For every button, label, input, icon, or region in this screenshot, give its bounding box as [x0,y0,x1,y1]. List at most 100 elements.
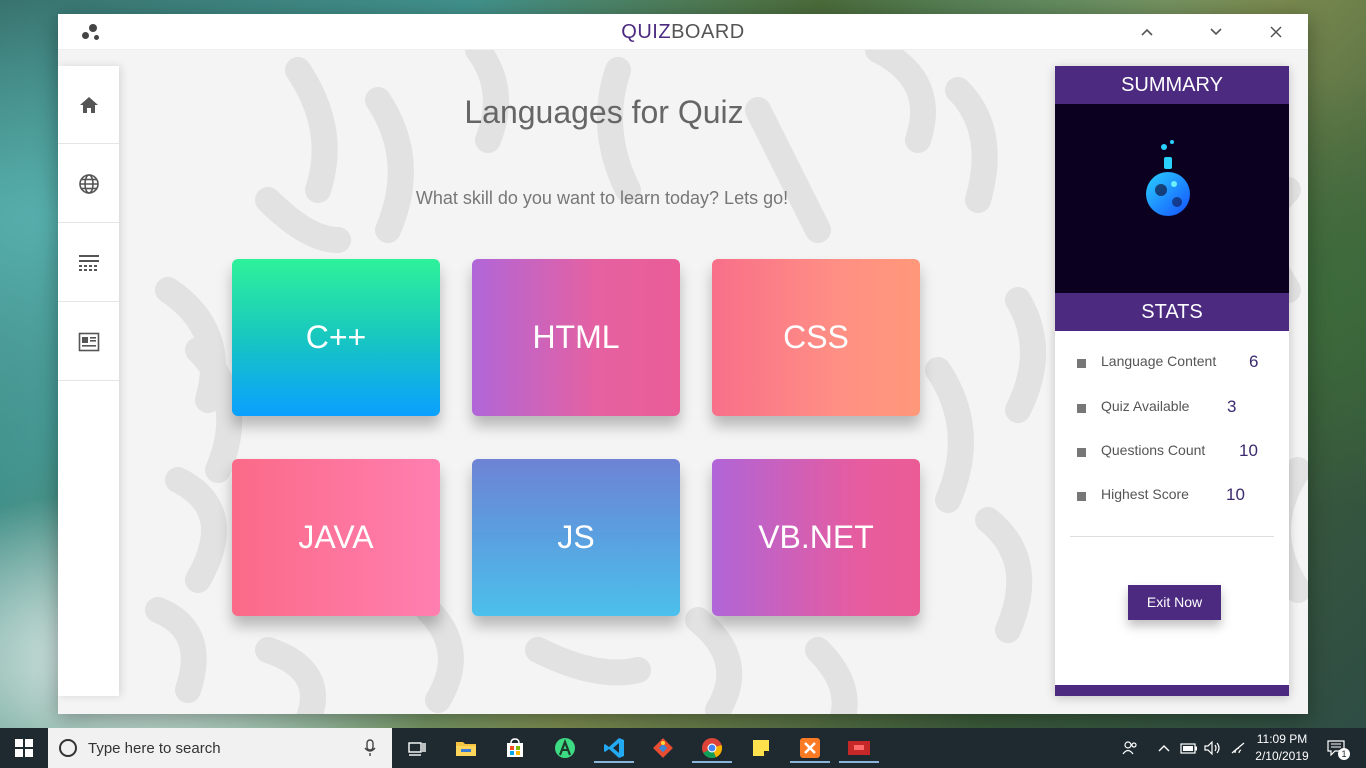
tray-battery[interactable] [1178,728,1200,768]
cortana-icon [59,739,77,757]
app-window-icon [848,741,870,755]
language-card-html[interactable]: HTML [472,259,680,416]
start-button[interactable] [0,728,48,768]
page-title: Languages for Quiz [464,94,744,130]
app-title-accent: QUIZ [621,21,672,43]
flask-icon [1146,140,1190,216]
stat-label: Questions Count [1101,442,1206,458]
action-center-button[interactable]: 1 [1322,728,1350,768]
clock-time: 11:09 PM [1256,732,1308,746]
taskbar-vscode[interactable] [594,733,634,763]
app-title-rest: BOARD [671,21,745,43]
collapse-button[interactable] [1135,20,1159,44]
taskbar-android-studio[interactable] [550,733,580,763]
sticky-notes-icon [753,740,769,756]
search-placeholder: Type here to search [88,740,221,757]
sidebar [58,66,119,696]
stat-label: Highest Score [1101,486,1189,502]
taskbar-quizboard[interactable] [839,733,879,763]
active-indicator [790,761,830,763]
active-indicator [594,761,634,763]
chrome-icon [702,738,723,759]
summary-illustration [1055,104,1289,294]
folder-icon [456,742,476,756]
stat-row: Language Content 6 [1055,351,1289,375]
sidebar-item-results[interactable] [58,303,119,381]
store-icon [507,738,523,757]
taskbar-chrome[interactable] [692,733,732,763]
language-card-label: HTML [532,319,620,355]
language-card-java[interactable]: JAVA [232,459,440,616]
sidebar-item-languages[interactable] [58,145,119,223]
summary-footer-bar [1055,685,1289,696]
app-title: QUIZBOARD [58,21,1308,44]
android-studio-icon [555,738,575,758]
tray-network[interactable] [1227,728,1249,768]
taskbar-file-explorer[interactable] [451,733,481,763]
language-card-label: JS [557,519,595,555]
stat-value: 10 [1239,441,1258,460]
taskbar-clock[interactable]: 11:09 PM 2/10/2019 [1252,731,1312,765]
app-window: QUIZBOARD Languages for Quiz What skill … [58,14,1308,714]
task-view-icon [408,742,426,756]
taskbar-xampp[interactable] [790,733,830,763]
language-card-js[interactable]: JS [472,459,680,616]
language-card-css[interactable]: CSS [712,259,920,416]
sidebar-item-home[interactable] [58,66,119,144]
chevron-up-icon [1141,28,1153,36]
chevron-up-icon [1158,745,1170,752]
close-icon [1270,26,1282,38]
list-icon [78,254,99,271]
stat-label: Language Content [1101,353,1217,369]
wifi-icon [1231,742,1245,754]
active-indicator [692,761,732,763]
title-bar: QUIZBOARD [58,14,1308,50]
battery-icon [1180,743,1197,754]
clock-date: 2/10/2019 [1255,749,1309,763]
taskbar-store[interactable] [500,733,530,763]
chevron-down-icon [1210,28,1222,36]
task-view-button[interactable] [402,733,432,763]
language-card-label: VB.NET [758,519,874,555]
language-card-label: C++ [305,319,367,355]
exit-button[interactable]: Exit Now [1128,585,1221,620]
active-indicator [839,761,879,763]
stat-label: Quiz Available [1101,398,1190,414]
microphone-icon [364,739,376,756]
page-subtitle: What skill do you want to learn today? L… [415,188,789,208]
taskbar-git[interactable] [648,733,678,763]
close-button[interactable] [1264,20,1288,44]
taskbar-search-input[interactable]: Type here to search [48,728,392,768]
bullet-icon [1077,359,1086,368]
bullet-icon [1077,492,1086,501]
tray-show-hidden[interactable] [1154,728,1174,768]
language-card-cpp[interactable]: C++ [232,259,440,416]
stat-row: Quiz Available 3 [1055,396,1289,420]
stat-value: 10 [1226,485,1245,504]
language-card-vbnet[interactable]: VB.NET [712,459,920,616]
stats-title: STATS [1055,293,1289,331]
xampp-icon [800,738,820,758]
stat-value: 6 [1249,352,1259,371]
stat-row: Questions Count 10 [1055,440,1289,464]
globe-icon [78,173,99,194]
main-content: Languages for Quiz What skill do you wan… [58,50,1308,714]
people-icon [1122,741,1137,755]
summary-title: SUMMARY [1055,66,1289,104]
article-icon [78,332,99,351]
notification-badge: 1 [1338,748,1350,760]
stat-value: 3 [1227,397,1237,416]
sidebar-item-quiz-list[interactable] [58,224,119,302]
taskbar-sticky-notes[interactable] [746,733,776,763]
language-card-label: JAVA [298,519,374,555]
bullet-icon [1077,404,1086,413]
tray-volume[interactable] [1202,728,1224,768]
bullet-icon [1077,448,1086,457]
language-card-label: CSS [783,319,849,355]
stat-row: Highest Score 10 [1055,484,1289,508]
tray-people[interactable] [1118,728,1142,768]
expand-button[interactable] [1204,20,1228,44]
summary-panel: SUMMARY STATS Language Content 6 Quiz Av… [1055,66,1289,696]
divider [1070,536,1274,537]
git-icon [653,738,673,758]
